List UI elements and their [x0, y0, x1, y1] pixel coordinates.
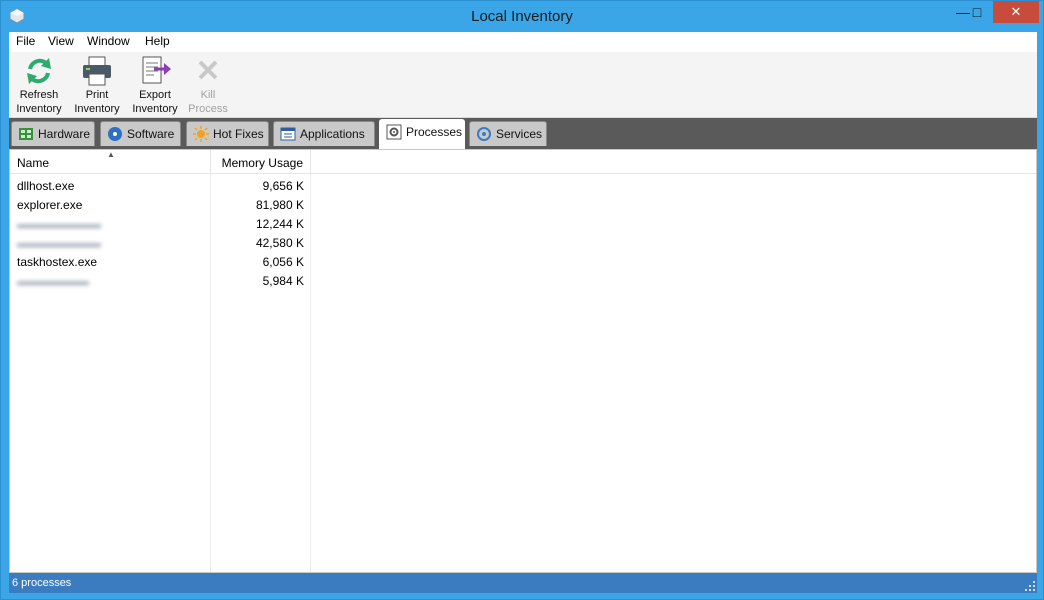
title-bar[interactable]: Local Inventory — □ ✕ [1, 1, 1043, 32]
tab-processes[interactable]: Processes [379, 119, 465, 149]
print-inventory-button[interactable]: Print Inventory [69, 54, 125, 116]
tab-software[interactable]: Software [100, 121, 181, 146]
process-memory: 42,580 K [255, 236, 304, 250]
hardware-icon [19, 128, 33, 140]
kill-label-2: Process [188, 103, 228, 115]
export-label-2: Inventory [132, 103, 178, 115]
software-icon [108, 127, 122, 141]
process-memory: 9,656 K [262, 179, 304, 193]
process-name: explorer.exe [17, 198, 83, 212]
refresh-icon [27, 58, 51, 84]
process-memory: 5,984 K [262, 274, 304, 288]
process-name: taskhostex.exe [17, 255, 98, 269]
table-row[interactable]: ▬▬▬▬▬▬▬ 42,580 K [10, 233, 311, 252]
client-area: File View Window Help Refresh Inventory [9, 32, 1037, 593]
process-name-redacted: ▬▬▬▬▬▬▬ [17, 217, 101, 231]
tab-applications-label: Applications [300, 127, 365, 141]
column-header-name[interactable]: Name ▲ [10, 150, 211, 174]
tab-services-label: Services [496, 127, 543, 141]
services-icon [477, 127, 491, 141]
resize-grip-icon[interactable] [1025, 581, 1035, 591]
status-text: 6 processes [12, 577, 72, 589]
table-row[interactable]: explorer.exe 81,980 K [10, 195, 311, 214]
app-window: Local Inventory — □ ✕ File View Window H… [0, 0, 1044, 600]
export-inventory-button[interactable]: Export Inventory [127, 54, 183, 116]
print-label-1: Print [85, 89, 109, 101]
tab-hot-fixes-label: Hot Fixes [213, 127, 264, 141]
export-label-1: Export [139, 89, 171, 101]
list-header: Name ▲ Memory Usage [10, 150, 1036, 174]
tab-hardware[interactable]: Hardware [11, 121, 95, 146]
tab-processes-label: Processes [406, 125, 463, 139]
print-label-2: Inventory [74, 103, 120, 115]
maximize-button[interactable]: □ [964, 1, 990, 23]
menu-file[interactable]: File [16, 34, 35, 48]
tab-software-label: Software [127, 127, 175, 141]
process-name: dllhost.exe [17, 179, 75, 193]
window-title: Local Inventory [471, 8, 573, 25]
status-bar: 6 processes [9, 573, 1037, 593]
refresh-label-1: Refresh [19, 89, 59, 101]
hotfix-icon [193, 126, 209, 142]
column-name-label: Name [17, 156, 50, 170]
menu-view[interactable]: View [48, 34, 74, 48]
table-row[interactable]: ▬▬▬▬▬▬ 5,984 K [10, 271, 311, 290]
close-button[interactable]: ✕ [993, 1, 1039, 23]
applications-icon [280, 127, 296, 141]
kill-label-1: Kill [200, 89, 216, 101]
tab-hardware-label: Hardware [38, 127, 91, 141]
process-name-redacted: ▬▬▬▬▬▬▬ [17, 236, 101, 250]
tab-hot-fixes[interactable]: Hot Fixes [186, 121, 269, 146]
tab-services[interactable]: Services [469, 121, 547, 146]
tab-applications[interactable]: Applications [273, 121, 375, 146]
sort-ascending-icon: ▲ [107, 150, 115, 159]
process-list[interactable]: Name ▲ Memory Usage dllhost.exe 9,656 K … [9, 149, 1037, 573]
table-row[interactable]: ▬▬▬▬▬▬▬ 12,244 K [10, 214, 311, 233]
menu-help[interactable]: Help [145, 34, 170, 48]
refresh-inventory-button[interactable]: Refresh Inventory [11, 54, 67, 116]
process-memory: 6,056 K [262, 255, 304, 269]
kill-process-button[interactable]: Kill Process [180, 54, 236, 116]
toolbar: Refresh Inventory Print Inventory Export… [9, 52, 1037, 118]
menu-bar: File View Window Help [9, 32, 1037, 52]
column-header-memory[interactable]: Memory Usage [211, 150, 311, 174]
menu-window[interactable]: Window [87, 34, 130, 48]
close-x-icon [198, 60, 218, 80]
table-row[interactable]: taskhostex.exe 6,056 K [10, 252, 311, 271]
gear-icon [386, 124, 402, 140]
process-memory: 12,244 K [255, 217, 304, 231]
refresh-label-2: Inventory [16, 103, 62, 115]
export-icon [142, 56, 171, 84]
tab-strip: Hardware Software Hot Fixes Applications… [9, 118, 1037, 149]
process-name-redacted: ▬▬▬▬▬▬ [17, 274, 89, 288]
printer-icon [83, 56, 111, 86]
process-memory: 81,980 K [255, 198, 304, 212]
table-row[interactable]: dllhost.exe 9,656 K [10, 176, 311, 195]
